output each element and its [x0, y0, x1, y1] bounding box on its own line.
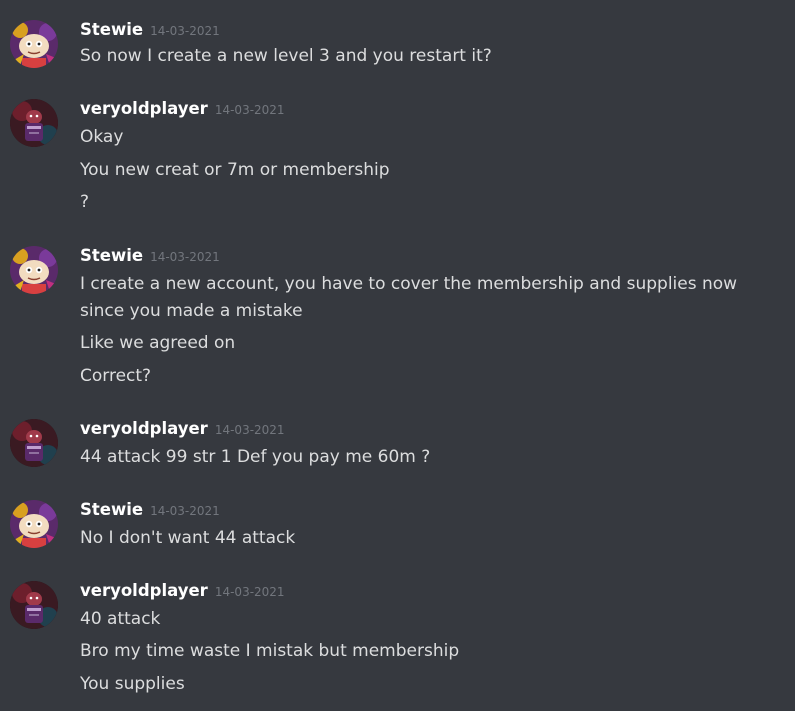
message-header: veryoldplayer 14-03-2021 [80, 419, 285, 441]
message-text: You supplies [80, 674, 185, 694]
avatar[interactable] [10, 99, 58, 147]
message-text: No I don't want 44 attack [80, 528, 296, 548]
message-header: veryoldplayer 14-03-2021 [80, 99, 285, 121]
timestamp: 14-03-2021 [214, 585, 285, 599]
timestamp: 14-03-2021 [150, 24, 220, 38]
stewie-avatar-icon [10, 246, 58, 294]
message-text: Correct? [80, 366, 152, 386]
username[interactable]: veryoldplayer [80, 419, 208, 438]
username[interactable]: veryoldplayer [80, 581, 208, 600]
message-text: 40 attack [80, 609, 161, 629]
veryoldplayer-avatar-icon [10, 99, 58, 147]
message-text: since you made a mistake [80, 301, 303, 321]
avatar[interactable] [10, 500, 58, 548]
message-text: You new creat or 7m or membership [80, 160, 390, 180]
message-text: ? [80, 192, 90, 212]
username[interactable]: Stewie [80, 20, 143, 39]
message-header: Stewie 14-03-2021 [80, 246, 220, 268]
avatar[interactable] [10, 581, 58, 629]
username[interactable]: Stewie [80, 246, 143, 265]
message-text: So now I create a new level 3 and you re… [80, 46, 492, 66]
stewie-avatar-icon [10, 20, 58, 68]
timestamp: 14-03-2021 [150, 504, 220, 518]
timestamp: 14-03-2021 [150, 250, 220, 264]
avatar[interactable] [10, 246, 58, 294]
avatar[interactable] [10, 20, 58, 68]
avatar[interactable] [10, 419, 58, 467]
message-text: Like we agreed on [80, 333, 236, 353]
message-header: Stewie 14-03-2021 [80, 500, 220, 522]
timestamp: 14-03-2021 [214, 103, 285, 117]
timestamp: 14-03-2021 [214, 423, 285, 437]
veryoldplayer-avatar-icon [10, 581, 58, 629]
username[interactable]: veryoldplayer [80, 99, 208, 118]
message-text: Bro my time waste I mistak but membershi… [80, 641, 460, 661]
message-text: I create a new account, you have to cove… [80, 274, 738, 294]
stewie-avatar-icon [10, 500, 58, 548]
veryoldplayer-avatar-icon [10, 419, 58, 467]
username[interactable]: Stewie [80, 500, 143, 519]
message-text: 44 attack 99 str 1 Def you pay me 60m ? [80, 447, 431, 467]
message-header: Stewie 14-03-2021 [80, 20, 220, 42]
message-header: veryoldplayer 14-03-2021 [80, 581, 285, 603]
message-text: Okay [80, 127, 124, 147]
